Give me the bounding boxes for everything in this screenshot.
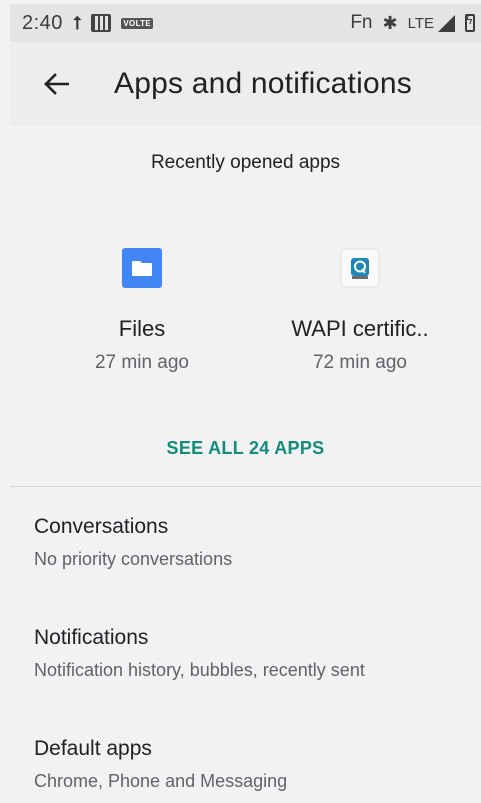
status-right: Fn ✱ LTE (350, 12, 475, 34)
app-name: Files (118, 316, 166, 341)
divider (10, 486, 481, 487)
fn-indicator: Fn (350, 12, 373, 33)
app-last-opened: 27 min ago (94, 352, 189, 373)
back-button[interactable] (28, 56, 84, 112)
setting-title: Notifications (34, 626, 149, 649)
setting-conversations[interactable]: Conversations No priority conversations (34, 515, 474, 570)
see-all-apps-button[interactable]: SEE ALL 24 APPS (10, 438, 481, 459)
status-bar: 2:40 ⭡ VOLTE Fn ✱ LTE (10, 4, 481, 42)
sim-icon (91, 14, 112, 32)
app-last-opened: 72 min ago (312, 352, 407, 373)
app-icon-wrap (250, 240, 470, 296)
setting-title: Conversations (34, 515, 169, 538)
setting-summary: Notification history, bubbles, recently … (34, 660, 365, 680)
network-type: LTE (407, 14, 434, 32)
wapi-cert-icon (340, 248, 380, 288)
upload-icon: ⭡ (72, 13, 82, 33)
setting-summary: No priority conversations (34, 549, 233, 569)
status-time: 2:40 (22, 11, 63, 34)
recent-app-wapi[interactable]: WAPI certific.. 72 min ago (250, 240, 470, 374)
screen: 2:40 ⭡ VOLTE Fn ✱ LTE Apps and notificat… (0, 0, 481, 803)
arrow-back-icon (44, 73, 69, 95)
app-icon-wrap (32, 240, 252, 296)
setting-summary: Chrome, Phone and Messaging (34, 771, 288, 791)
recent-app-files[interactable]: Files 27 min ago (32, 240, 252, 374)
setting-title: Default apps (34, 737, 152, 760)
app-name: WAPI certific.. (291, 316, 429, 341)
setting-notifications[interactable]: Notifications Notification history, bubb… (34, 626, 474, 681)
app-bar: Apps and notifications (10, 42, 481, 126)
volte-icon: VOLTE (121, 17, 153, 29)
recent-apps-header: Recently opened apps (150, 152, 341, 173)
folder-icon (122, 248, 162, 288)
battery-charging-icon (465, 13, 475, 32)
status-left: 2:40 ⭡ VOLTE (22, 12, 153, 35)
bluetooth-icon: ✱ (382, 12, 398, 33)
signal-icon (438, 14, 455, 32)
setting-default-apps[interactable]: Default apps Chrome, Phone and Messaging (34, 737, 474, 792)
page-title: Apps and notifications (114, 67, 412, 100)
